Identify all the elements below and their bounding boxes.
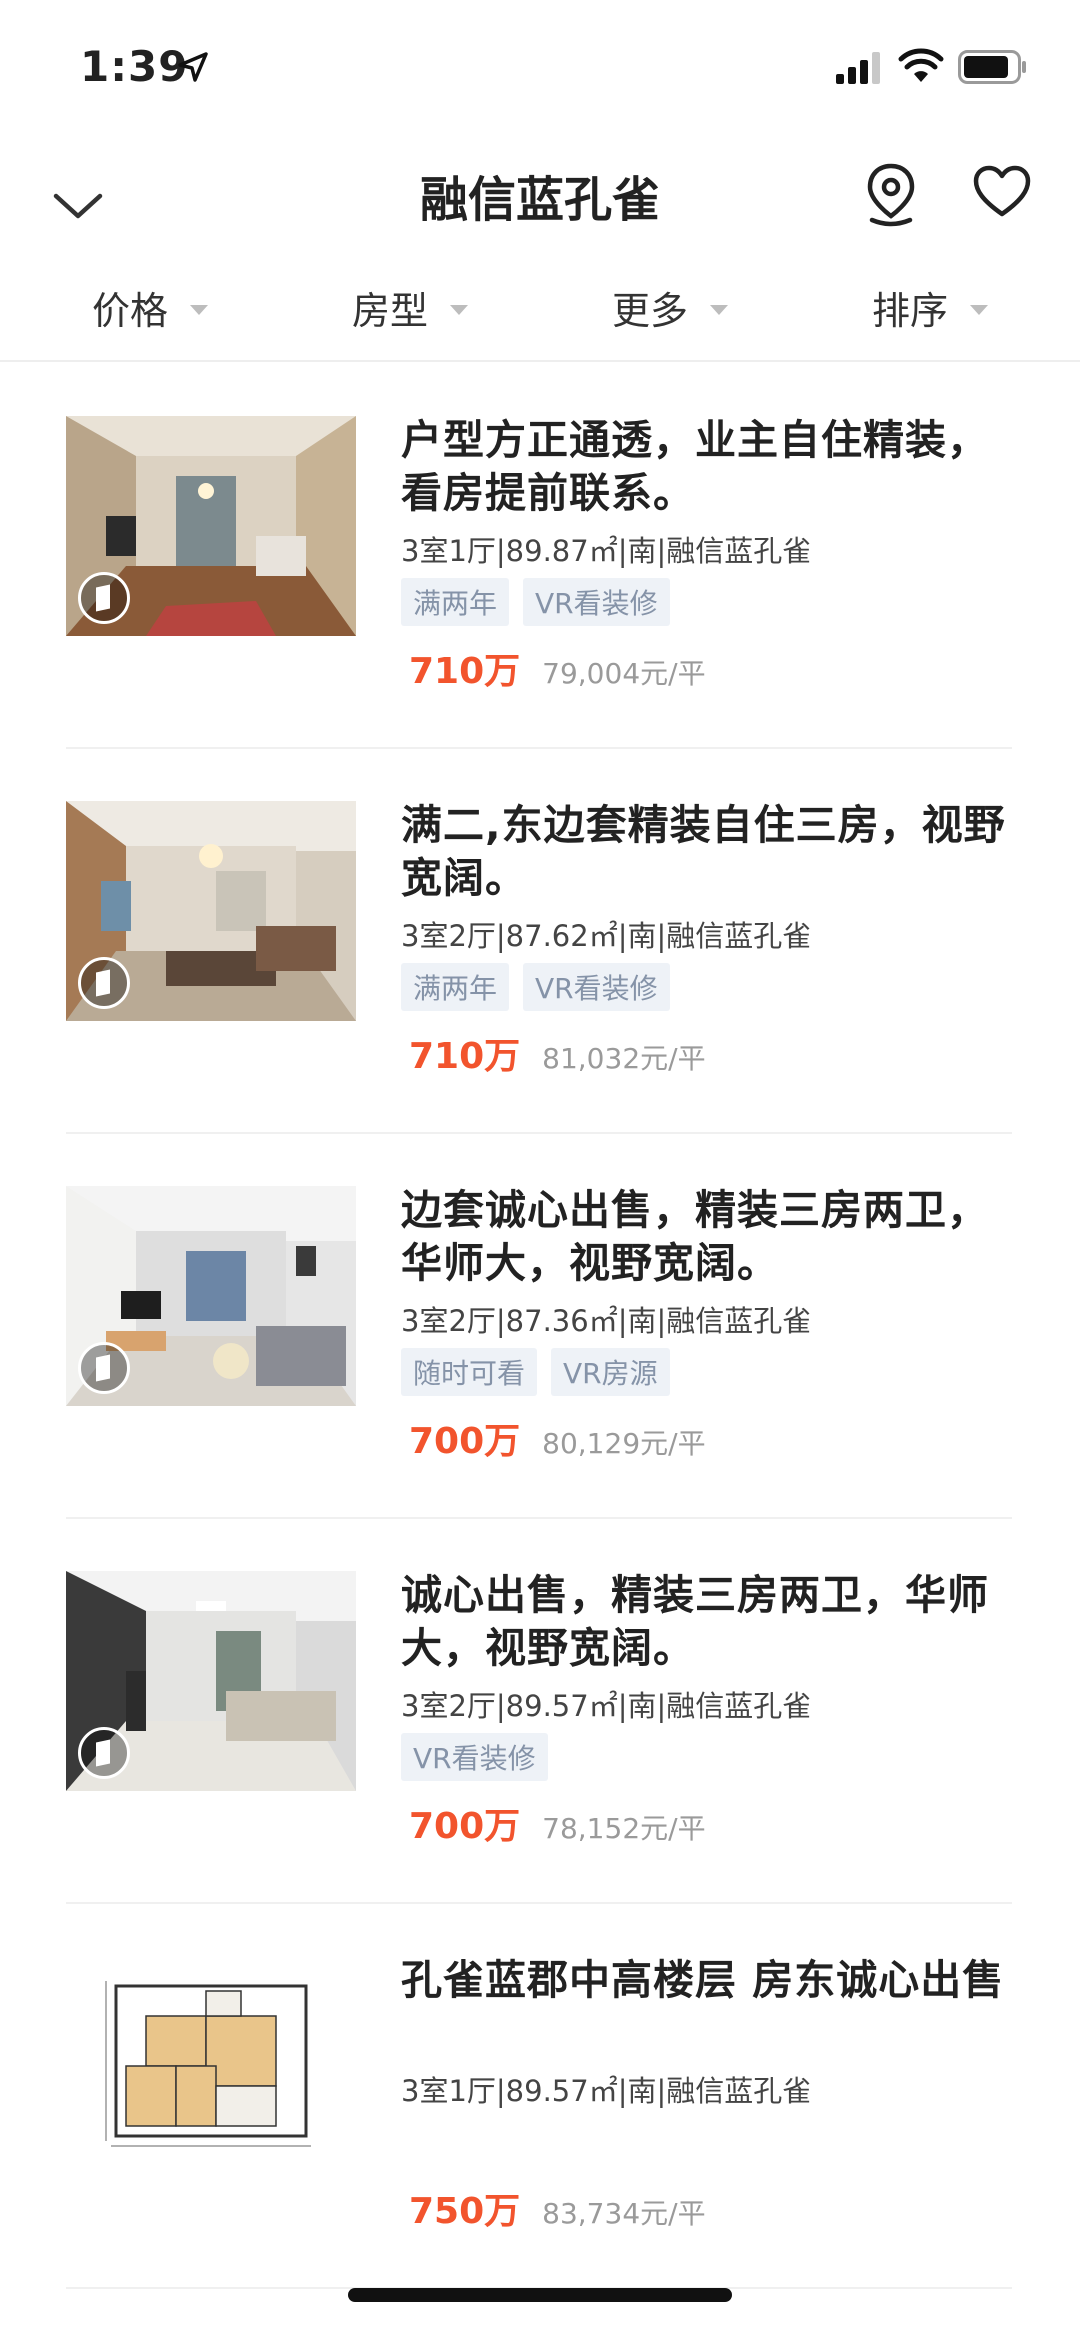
listing-tags bbox=[401, 2118, 1021, 2172]
filter-sort[interactable]: 排序 bbox=[872, 280, 989, 335]
filter-label: 排序 bbox=[872, 289, 949, 333]
listing-info: 满二,东边套精装自住三房，视野宽阔。 3室2厅|87.62㎡|南|融信蓝孔雀 满… bbox=[401, 799, 1021, 1079]
caret-down-icon bbox=[450, 304, 469, 315]
price-row: 710万 79,004元/平 bbox=[401, 642, 1021, 694]
listing-tags: 满两年 VR看装修 bbox=[401, 578, 1021, 632]
tag: VR看装修 bbox=[523, 578, 670, 626]
listing-item[interactable]: 户型方正通透，业主自住精装，看房提前联系。 3室1厅|89.87㎡|南|融信蓝孔… bbox=[66, 362, 1012, 749]
listing-info: 诚心出售，精装三房两卫，华师大，视野宽阔。 3室2厅|89.57㎡|南|融信蓝孔… bbox=[401, 1569, 1021, 1849]
listing-title: 满二,东边套精装自住三房，视野宽阔。 bbox=[401, 801, 1006, 902]
listing-meta: 3室1厅|89.87㎡|南|融信蓝孔雀 bbox=[401, 534, 812, 568]
filter-label: 房型 bbox=[352, 289, 429, 333]
heart-icon[interactable] bbox=[972, 164, 1032, 220]
listing-price: 710万 bbox=[409, 651, 521, 692]
nav-bar: 融信蓝孔雀 bbox=[0, 150, 1080, 260]
tag: 满两年 bbox=[401, 578, 510, 626]
vr-icon bbox=[78, 572, 130, 624]
listing-item[interactable]: 孔雀蓝郡中高楼层 房东诚心出售 3室1厅|89.57㎡|南|融信蓝孔雀 750万… bbox=[66, 1902, 1012, 2289]
cellular-signal-icon bbox=[836, 52, 880, 84]
filter-layout[interactable]: 房型 bbox=[352, 280, 469, 335]
listing-item[interactable]: 满二,东边套精装自住三房，视野宽阔。 3室2厅|87.62㎡|南|融信蓝孔雀 满… bbox=[66, 747, 1012, 1134]
listing-photo bbox=[66, 416, 356, 636]
listing-price: 700万 bbox=[409, 1806, 521, 1847]
unit-price: 81,032元/平 bbox=[542, 1042, 706, 1075]
vr-icon bbox=[78, 1727, 130, 1779]
filter-bar: 价格 房型 更多 排序 bbox=[0, 270, 1080, 362]
listing-title: 边套诚心出售，精装三房两卫，华师大，视野宽阔。 bbox=[401, 1186, 989, 1287]
filter-label: 价格 bbox=[92, 289, 169, 333]
price-row: 700万 80,129元/平 bbox=[401, 1412, 1021, 1464]
listing-price: 750万 bbox=[409, 2191, 521, 2232]
tag: 满两年 bbox=[401, 963, 510, 1011]
filter-price[interactable]: 价格 bbox=[92, 280, 209, 335]
listing-tags: VR看装修 bbox=[401, 1733, 1021, 1787]
caret-down-icon bbox=[970, 304, 989, 315]
listing-info: 边套诚心出售，精装三房两卫，华师大，视野宽阔。 3室2厅|87.36㎡|南|融信… bbox=[401, 1184, 1021, 1464]
listing-tags: 随时可看 VR房源 bbox=[401, 1348, 1021, 1402]
map-pin-icon[interactable] bbox=[862, 162, 920, 228]
listing-item[interactable]: 边套诚心出售，精装三房两卫，华师大，视野宽阔。 3室2厅|87.36㎡|南|融信… bbox=[66, 1132, 1012, 1519]
listing-price: 700万 bbox=[409, 1421, 521, 1462]
status-bar: 1:39 bbox=[0, 0, 1080, 130]
caret-down-icon bbox=[710, 304, 729, 315]
listing-photo bbox=[66, 1956, 356, 2176]
status-time: 1:39 bbox=[80, 42, 189, 91]
tag: VR看装修 bbox=[523, 963, 670, 1011]
listing-meta: 3室2厅|87.36㎡|南|融信蓝孔雀 bbox=[401, 1304, 812, 1338]
filter-label: 更多 bbox=[612, 289, 689, 333]
wifi-icon bbox=[898, 48, 944, 82]
vr-icon bbox=[78, 1342, 130, 1394]
tag: 随时可看 bbox=[401, 1348, 538, 1396]
listing-meta: 3室1厅|89.57㎡|南|融信蓝孔雀 bbox=[401, 2074, 812, 2108]
home-indicator[interactable] bbox=[348, 2288, 732, 2302]
battery-icon bbox=[958, 50, 1026, 84]
price-row: 700万 78,152元/平 bbox=[401, 1797, 1021, 1849]
location-arrow-icon bbox=[178, 52, 208, 82]
price-row: 710万 81,032元/平 bbox=[401, 1027, 1021, 1079]
unit-price: 80,129元/平 bbox=[542, 1427, 706, 1460]
listing-photo bbox=[66, 1186, 356, 1406]
filter-more[interactable]: 更多 bbox=[612, 280, 729, 335]
unit-price: 83,734元/平 bbox=[542, 2197, 706, 2230]
tag: VR看装修 bbox=[401, 1733, 548, 1781]
listing-price: 710万 bbox=[409, 1036, 521, 1077]
listing-item[interactable]: 诚心出售，精装三房两卫，华师大，视野宽阔。 3室2厅|89.57㎡|南|融信蓝孔… bbox=[66, 1517, 1012, 1904]
listing-title: 户型方正通透，业主自住精装，看房提前联系。 bbox=[401, 416, 989, 517]
listing-info: 户型方正通透，业主自住精装，看房提前联系。 3室1厅|89.87㎡|南|融信蓝孔… bbox=[401, 414, 1021, 694]
floor-plan bbox=[66, 1956, 356, 2176]
unit-price: 78,152元/平 bbox=[542, 1812, 706, 1845]
listing-meta: 3室2厅|89.57㎡|南|融信蓝孔雀 bbox=[401, 1689, 812, 1723]
listing-title: 诚心出售，精装三房两卫，华师大，视野宽阔。 bbox=[401, 1571, 989, 1672]
vr-icon bbox=[78, 957, 130, 1009]
listing-photo bbox=[66, 801, 356, 1021]
price-row: 750万 83,734元/平 bbox=[401, 2182, 1021, 2234]
listing-meta: 3室2厅|87.62㎡|南|融信蓝孔雀 bbox=[401, 919, 812, 953]
listing-tags: 满两年 VR看装修 bbox=[401, 963, 1021, 1017]
unit-price: 79,004元/平 bbox=[542, 657, 706, 690]
listing-photo bbox=[66, 1571, 356, 1791]
tag: VR房源 bbox=[551, 1348, 670, 1396]
caret-down-icon bbox=[190, 304, 209, 315]
listing-info: 孔雀蓝郡中高楼层 房东诚心出售 3室1厅|89.57㎡|南|融信蓝孔雀 750万… bbox=[401, 1954, 1021, 2234]
listing-title: 孔雀蓝郡中高楼层 房东诚心出售 bbox=[401, 1956, 1005, 2004]
